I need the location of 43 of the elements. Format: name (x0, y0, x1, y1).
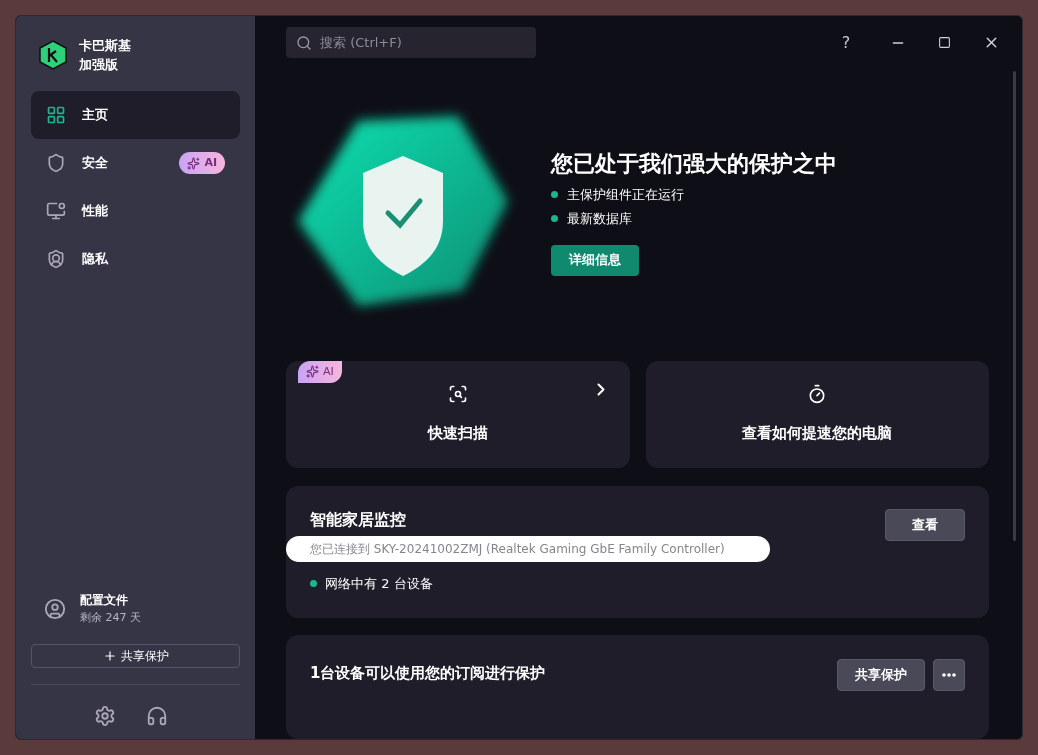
home-icon (46, 105, 66, 125)
ellipsis-icon (942, 672, 956, 677)
nav-item[interactable]: 隐私 (31, 235, 240, 283)
hero-title: 您已处于我们强大的保护之中 (551, 149, 837, 178)
nav-item[interactable]: 性能 (31, 187, 240, 235)
settings-icon[interactable] (93, 705, 116, 727)
more-button[interactable] (933, 658, 965, 691)
details-button[interactable]: 详细信息 (551, 244, 639, 276)
sparkle-icon (187, 156, 201, 170)
user-icon (44, 598, 66, 620)
profile-subtitle: 剩余 247 天 (80, 610, 141, 626)
device-count: 网络中有 2 台设备 (325, 574, 433, 593)
privacy-icon (46, 249, 66, 269)
ai-badge: AI (179, 152, 225, 174)
help-button[interactable]: ? (826, 30, 866, 55)
search-field[interactable]: 搜索 (Ctrl+F) (286, 27, 536, 59)
logo-icon (39, 40, 67, 70)
card-title: 1台设备可以使用您的订阅进行保护 (310, 662, 547, 684)
maximize-icon[interactable] (938, 36, 951, 50)
card-title: 智能家居监控 (310, 508, 407, 531)
action-tile[interactable]: AI 快速扫描 (286, 360, 630, 468)
view-button[interactable]: 查看 (885, 508, 965, 541)
scan-icon (447, 384, 468, 404)
profile-item[interactable]: 配置文件 剩余 247 天 (31, 592, 240, 626)
app-name: 卡巴斯基 (79, 37, 131, 55)
share-protection-button[interactable]: 共享保护 (31, 644, 240, 668)
status-text: 最新数据库 (567, 210, 632, 228)
search-icon (296, 35, 312, 52)
sparkle-icon (306, 365, 319, 379)
share-protection-button[interactable]: 共享保护 (837, 658, 925, 691)
plus-icon (102, 649, 117, 663)
status-text: 主保护组件正在运行 (567, 185, 684, 204)
shield-icon (46, 153, 66, 173)
nav-item[interactable]: 主页 (31, 91, 240, 139)
headset-icon[interactable] (145, 705, 168, 727)
app-edition: 加强版 (79, 56, 119, 74)
connection-text: 您已连接到 SKY-20241002ZMJ (Realtek Gaming GbE Family Controller) (286, 535, 770, 562)
chevron-right-icon (596, 382, 605, 396)
action-tile[interactable]: 查看如何提速您的电脑 (645, 360, 989, 468)
monitor-icon (46, 201, 66, 221)
profile-title: 配置文件 (80, 592, 129, 609)
nav-item[interactable]: 安全 AI (31, 139, 240, 187)
ai-badge: AI (298, 360, 342, 383)
